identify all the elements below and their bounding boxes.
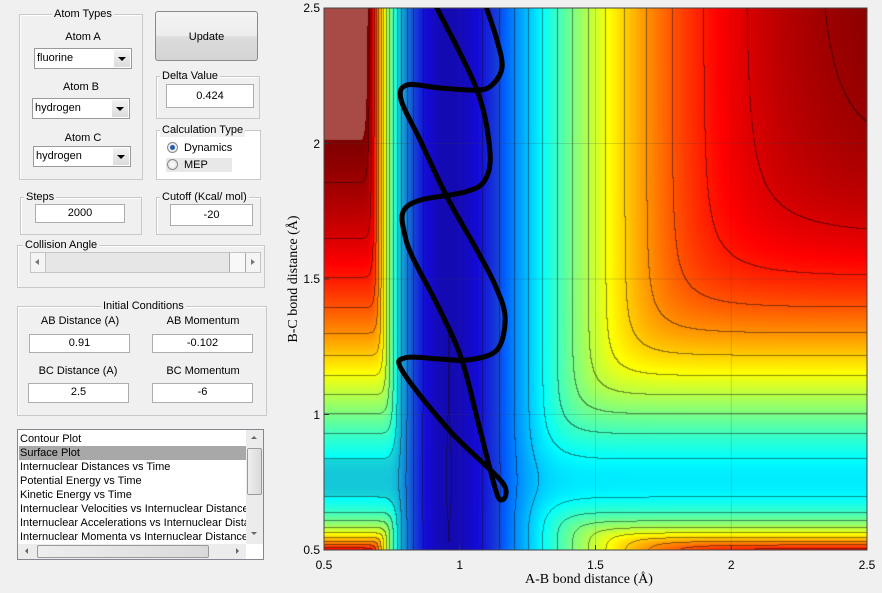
- scroll-right-icon[interactable]: [236, 548, 239, 554]
- x-axis-label: A-B bond distance (Å): [525, 572, 653, 587]
- bc-momentum-label: BC Momentum: [166, 365, 240, 377]
- list-item-kinetic-energy[interactable]: Kinetic Energy vs Time: [19, 488, 132, 502]
- chevron-down-icon[interactable]: [114, 50, 130, 67]
- vertical-scroll-thumb[interactable]: [247, 448, 262, 495]
- initial-conditions-title: Initial Conditions: [101, 300, 186, 313]
- ab-distance-label: AB Distance (A): [40, 315, 120, 327]
- atom-b-value: hydrogen: [35, 102, 81, 114]
- bc-distance-input[interactable]: 2.5: [28, 383, 129, 403]
- delta-value-input[interactable]: 0.424: [166, 84, 254, 108]
- x-tick-label: 0.5: [315, 558, 333, 572]
- y-axis-label: B-C bond distance (Å): [286, 215, 301, 343]
- x-tick-label: 2.5: [858, 558, 876, 572]
- x-tick-label: 1.5: [587, 558, 604, 572]
- ab-momentum-input[interactable]: -0.102: [152, 334, 253, 353]
- steps-input[interactable]: 2000: [35, 204, 125, 223]
- collision-angle-title: Collision Angle: [23, 239, 100, 252]
- atom-b-select[interactable]: hydrogen: [32, 98, 130, 119]
- y-tick-label: 0.5: [303, 543, 320, 557]
- bc-distance-label: BC Distance (A): [38, 365, 118, 377]
- radio-dynamics-label: Dynamics: [184, 142, 233, 154]
- x-tick-label: 1: [456, 558, 464, 572]
- scroll-left-icon[interactable]: [25, 548, 28, 554]
- atom-c-value: hydrogen: [36, 150, 82, 162]
- potential-energy-contour-plot: [324, 8, 867, 550]
- chevron-down-icon[interactable]: [113, 148, 129, 165]
- cutoff-input[interactable]: -20: [170, 204, 253, 226]
- list-item-accelerations[interactable]: Internuclear Accelerations vs Internucle…: [19, 516, 250, 530]
- horizontal-scroll-thumb[interactable]: [37, 545, 209, 558]
- radio-mep[interactable]: MEP: [166, 158, 232, 172]
- plot-type-listbox[interactable]: Contour Plot Surface Plot Internuclear D…: [17, 429, 264, 560]
- list-vertical-scrollbar[interactable]: [246, 430, 263, 544]
- slider-thumb[interactable]: [229, 253, 246, 272]
- radio-mep-label: MEP: [184, 159, 208, 171]
- list-horizontal-scrollbar[interactable]: [18, 544, 246, 559]
- bc-momentum-input[interactable]: -6: [152, 383, 253, 403]
- radio-mep-indicator[interactable]: [167, 159, 178, 170]
- list-item-potential-energy[interactable]: Potential Energy vs Time: [19, 474, 142, 488]
- list-item-momenta[interactable]: Internuclear Momenta vs Internuclear Dis…: [19, 530, 248, 544]
- chevron-down-icon[interactable]: [112, 100, 128, 117]
- calculation-type-group: Calculation Type: [156, 124, 261, 180]
- collision-angle-slider[interactable]: [30, 252, 261, 273]
- scroll-up-icon[interactable]: [251, 436, 257, 439]
- atom-c-select[interactable]: hydrogen: [33, 146, 131, 167]
- y-tick-label: 2: [313, 136, 320, 151]
- atom-a-label: Atom A: [65, 31, 101, 43]
- delta-value-title: Delta Value: [160, 70, 221, 83]
- scroll-down-icon[interactable]: [251, 532, 257, 535]
- update-button[interactable]: Update: [155, 11, 258, 61]
- list-item-velocities[interactable]: Internuclear Velocities vs Internuclear …: [19, 502, 249, 516]
- cutoff-title: Cutoff (Kcal/ mol): [160, 191, 249, 204]
- x-tick-label: 2: [727, 558, 735, 572]
- atom-a-select[interactable]: fluorine: [34, 48, 132, 69]
- list-item-contour-plot[interactable]: Contour Plot: [19, 432, 81, 446]
- list-item-surface-plot[interactable]: Surface Plot: [19, 446, 246, 460]
- list-item-distances-vs-time[interactable]: Internuclear Distances vs Time: [19, 460, 170, 474]
- radio-dynamics-indicator[interactable]: [167, 142, 178, 153]
- atom-b-label: Atom B: [62, 81, 100, 93]
- ab-distance-input[interactable]: 0.91: [29, 334, 130, 353]
- atom-types-title: Atom Types: [52, 8, 114, 21]
- steps-title: Steps: [24, 191, 57, 204]
- y-tick-label: 1: [313, 407, 320, 422]
- atom-c-label: Atom C: [64, 132, 102, 144]
- y-tick-label: 2.5: [303, 1, 320, 15]
- ab-momentum-label: AB Momentum: [166, 315, 240, 327]
- calculation-type-title: Calculation Type: [160, 124, 246, 137]
- radio-dynamics[interactable]: Dynamics: [166, 141, 236, 155]
- slider-right-arrow-icon[interactable]: [246, 253, 260, 272]
- atom-a-value: fluorine: [37, 52, 74, 64]
- slider-left-arrow-icon[interactable]: [31, 253, 46, 272]
